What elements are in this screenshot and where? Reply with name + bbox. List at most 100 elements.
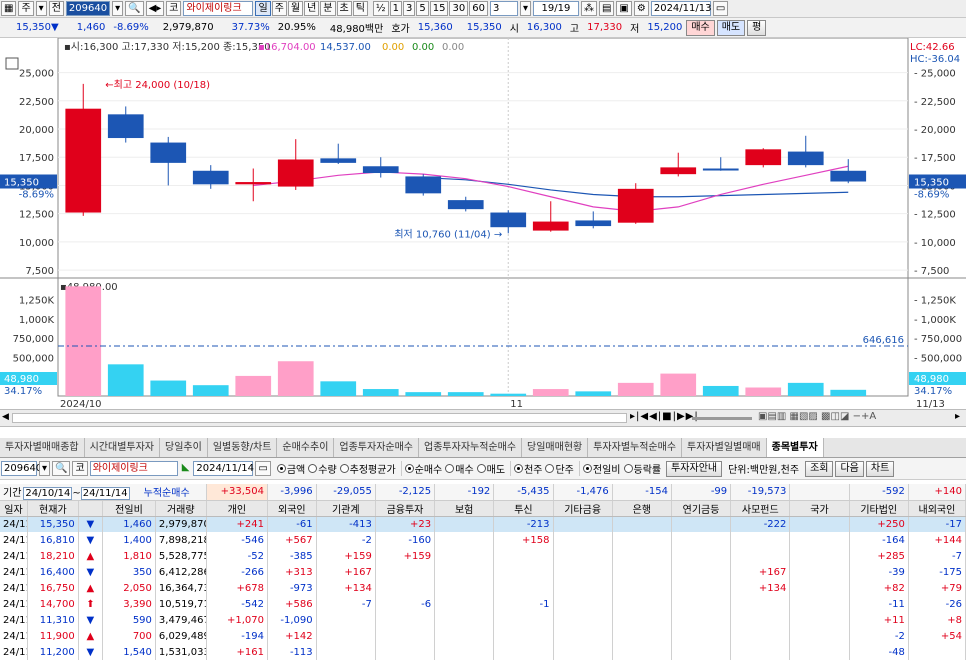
tab[interactable]: 당일추이 [160, 438, 208, 457]
form-date-input[interactable]: 2024/11/14 [193, 461, 254, 476]
interval-button[interactable]: 60 [469, 1, 488, 16]
kind-select[interactable]: 주 [18, 1, 34, 16]
column-header[interactable]: 일자 [0, 500, 28, 517]
tab[interactable]: 업종투자자순매수 [334, 438, 420, 457]
scroll-track[interactable] [12, 413, 627, 423]
interval-dropdown-icon[interactable]: ▾ [519, 1, 531, 16]
column-header[interactable]: 기타금융 [553, 500, 613, 517]
tab[interactable]: 당일매매현황 [522, 438, 589, 457]
code-dropdown-icon[interactable]: ▾ [112, 1, 124, 16]
investor-guide-button[interactable]: 투자자안내 [666, 460, 723, 477]
column-header[interactable]: 내외국인 [908, 500, 966, 517]
column-header[interactable]: 사모펀드 [730, 500, 791, 517]
radio-option[interactable]: 수량 [308, 461, 337, 476]
radio-option[interactable]: 천주 [514, 461, 542, 476]
column-header[interactable]: 개인 [206, 500, 269, 517]
table-row[interactable]: 24/11/1216,810▼1,4007,898,218-546+567-2-… [0, 532, 966, 548]
column-header[interactable]: 국가 [789, 500, 850, 517]
speaker-icon[interactable]: ◀▸ [145, 1, 165, 16]
save-icon[interactable]: ▣ [616, 1, 632, 16]
table-row[interactable]: 24/11/1315,350▼1,4602,979,870+241-61-413… [0, 516, 966, 532]
interval-input[interactable]: 3 [489, 1, 518, 16]
radio-option[interactable]: 순매수 [404, 461, 442, 476]
interval-button[interactable]: 1 [389, 1, 402, 16]
interval-button[interactable]: ½ [372, 1, 389, 16]
column-header[interactable]: 외국인 [267, 500, 317, 517]
eval-button[interactable]: 평 [747, 19, 767, 36]
chart-button[interactable]: 차트 [865, 460, 895, 477]
buy-button[interactable]: 매수 [686, 19, 715, 36]
tab[interactable]: 종목별투자 [766, 438, 824, 457]
interval-button[interactable]: 15 [429, 1, 449, 16]
period-button[interactable]: 분 [320, 1, 336, 16]
radio-dot[interactable] [623, 464, 633, 473]
tab[interactable]: 투자자별누적순매수 [588, 438, 683, 457]
chart-navigator[interactable]: ◀ ▸|◀◀|■|▶▶| ▣▤▥ ▦▧▨ ▩◫◪ −+A ▸ [0, 409, 966, 427]
scroll-left-icon[interactable]: ◀ [2, 412, 9, 422]
dropdown-icon[interactable]: ▾ [35, 1, 47, 16]
calendar-icon[interactable]: ▭ [712, 1, 729, 16]
column-header[interactable]: 금융투자 [375, 500, 436, 517]
radio-dot[interactable] [476, 464, 486, 473]
tab[interactable]: 투자자별매매종합 [0, 438, 85, 457]
period-button[interactable]: 틱 [352, 1, 368, 16]
period-button[interactable]: 주 [271, 1, 287, 16]
column-header[interactable]: 전일비 [102, 500, 156, 517]
tab[interactable]: 순매수추이 [277, 438, 335, 457]
tab[interactable]: 투자자별일별매매 [682, 438, 767, 457]
radio-option[interactable]: 등락률 [623, 461, 661, 476]
table-row[interactable]: 24/11/0614,700⬆3,39010,519,714-542+586-7… [0, 596, 966, 612]
gear-icon[interactable]: ⚙ [633, 1, 649, 16]
column-header[interactable]: 기관계 [316, 500, 376, 517]
radio-dot[interactable] [404, 464, 414, 473]
period-button[interactable]: 초 [336, 1, 352, 16]
nav-controls[interactable]: ▸|◀◀|■|▶▶| [630, 411, 699, 422]
table-row[interactable]: 24/11/0111,200▼1,5401,531,033+161-113 -48 [0, 644, 966, 660]
form-search-icon[interactable]: 🔍 [52, 461, 71, 476]
chart-tools[interactable]: ▣▤▥ ▦▧▨ ▩◫◪ −+A [758, 411, 876, 422]
column-header[interactable]: 거래량 [155, 500, 207, 517]
market-select[interactable]: 전 [48, 1, 64, 16]
radio-dot[interactable] [445, 464, 455, 473]
form-calendar-icon[interactable]: ▭ [255, 461, 271, 476]
interval-button[interactable]: 5 [416, 1, 429, 16]
radio-option[interactable]: 매수 [445, 461, 474, 476]
radio-option[interactable]: 금액 [276, 461, 305, 476]
price-chart[interactable]: 25,000 - 25,000 22,500 - 22,500 20,000 - 20,0… [0, 38, 966, 409]
interval-button[interactable]: 3 [402, 1, 416, 16]
radio-dot[interactable] [582, 464, 592, 473]
column-header[interactable]: 기타법인 [849, 500, 909, 517]
radio-option[interactable]: 전일비 [582, 461, 621, 476]
form-dropdown-icon[interactable]: ▾ [39, 461, 51, 476]
query-button[interactable]: 조회 [805, 460, 834, 477]
sell-button[interactable]: 매도 [716, 19, 746, 36]
table-row[interactable]: 24/11/1118,210▲1,8105,528,775-52-385+159… [0, 548, 966, 564]
radio-option[interactable]: 단주 [545, 461, 574, 476]
next-button[interactable]: 다음 [835, 460, 864, 477]
code-input[interactable]: 209640 [65, 1, 111, 16]
period-button[interactable]: 월 [287, 1, 304, 16]
period-from[interactable]: 24/10/14 [23, 487, 73, 499]
interval-button[interactable]: 30 [449, 1, 469, 16]
period-button[interactable]: 년 [304, 1, 320, 16]
tab[interactable]: 업종투자자누적순매수 [419, 438, 523, 457]
column-header[interactable]: 투신 [493, 500, 554, 517]
binoculars-icon[interactable]: ⁂ [580, 1, 597, 16]
period-to[interactable]: 24/11/14 [80, 487, 130, 499]
table-row[interactable]: 24/11/0411,900▲7006,029,489-194+142 -2+54 [0, 628, 966, 644]
radio-dot[interactable] [308, 464, 318, 473]
period-button[interactable]: 일 [255, 1, 271, 16]
radio-option[interactable]: 추정평균가 [339, 461, 396, 476]
search-icon[interactable]: 🔍 [125, 1, 144, 16]
table-row[interactable]: 24/11/0816,400▼3506,412,286-266+313+167+… [0, 564, 966, 580]
grid-menu-icon[interactable]: ▦ [1, 1, 17, 16]
tab[interactable]: 시간대별투자자 [85, 438, 161, 457]
column-header[interactable]: 연기금등 [671, 500, 732, 517]
form-code-input[interactable]: 209640 [1, 461, 42, 476]
column-header[interactable]: 현재가 [27, 500, 79, 517]
table-row[interactable]: 24/11/0716,750▲2,05016,364,735+678-973+1… [0, 580, 966, 596]
column-header[interactable]: 은행 [612, 500, 672, 517]
radio-dot[interactable] [339, 464, 349, 473]
radio-dot[interactable] [276, 464, 286, 473]
column-header[interactable]: 보험 [434, 500, 495, 517]
